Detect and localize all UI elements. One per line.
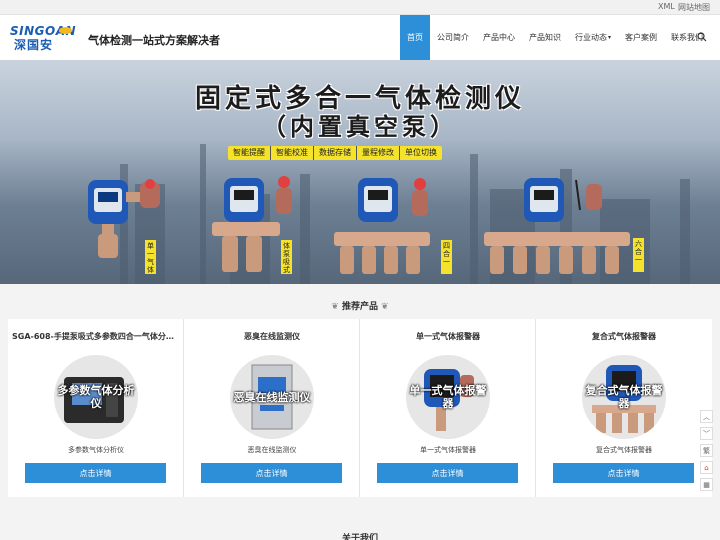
details-button[interactable]: 点击详情 <box>25 463 166 483</box>
product-card[interactable]: 单一式气体报警器 单一式气体报警器 单一式气体报警器 点击详情 <box>360 319 536 497</box>
banner-label-six: 六合一 <box>633 238 644 272</box>
recommend-section-title: ❦ 推荐产品 ❦ <box>331 302 389 312</box>
details-button[interactable]: 点击详情 <box>553 463 694 483</box>
product-caption: 恶臭在线监测仪 <box>247 446 297 454</box>
logo-swoosh-icon <box>59 27 72 34</box>
product-card[interactable]: SGA-608-手提泵吸式多参数四合一气体分析仪 多参数气体分析仪 多参数气体分… <box>8 319 184 497</box>
four-in-one-detector-image <box>334 178 430 274</box>
site-header: SINGOAN 深国安 气体检测一站式方案解决者 首页 公司简介 产品中心 产品… <box>0 15 720 60</box>
nav-item-home[interactable]: 首页 <box>400 15 430 60</box>
scroll-up-icon[interactable]: ︿ <box>700 410 713 423</box>
feature-item: 量程修改 <box>357 146 400 160</box>
product-cards: SGA-608-手提泵吸式多参数四合一气体分析仪 多参数气体分析仪 多参数气体分… <box>8 319 712 497</box>
top-utility-bar: XML 网站地图 <box>0 0 720 15</box>
site-slogan: 气体检测一站式方案解决者 <box>88 34 220 47</box>
main-nav: 首页 公司简介 产品中心 产品知识 行业动态 ▾ 客户案例 联系我们 <box>400 15 710 60</box>
nav-item-cases[interactable]: 客户案例 <box>618 15 664 60</box>
site-logo[interactable]: SINGOAN 深国安 <box>10 24 86 54</box>
product-caption: 单一式气体报警器 <box>420 446 476 454</box>
feature-item: 智能校准 <box>271 146 314 160</box>
logo-chinese: 深国安 <box>14 38 54 52</box>
banner-label-pump: 体泵吸式 <box>281 240 292 274</box>
product-image-caption-overlay: 单一式气体报警器 <box>409 384 487 410</box>
product-title[interactable]: SGA-608-手提泵吸式多参数四合一气体分析仪 <box>12 331 180 342</box>
chevron-down-icon: ▾ <box>608 34 612 41</box>
product-title[interactable]: 复合式气体报警器 <box>540 331 708 342</box>
product-caption: 复合式气体报警器 <box>596 446 652 454</box>
product-card[interactable]: 复合式气体报警器 复合式气体报警器 复合式气体报警器 点击详情 <box>536 319 712 497</box>
leaf-icon: ❦ <box>381 302 389 312</box>
banner-title-line2: （内置真空泵） <box>262 113 458 141</box>
xml-link[interactable]: XML <box>658 2 675 11</box>
nav-item-news[interactable]: 行业动态 ▾ <box>568 15 618 60</box>
product-title[interactable]: 单一式气体报警器 <box>364 331 532 342</box>
nav-item-company[interactable]: 公司简介 <box>430 15 476 60</box>
scroll-down-icon[interactable]: ﹀ <box>700 427 713 440</box>
about-section-title: 关于我们 <box>341 534 378 540</box>
product-image-caption-overlay: 恶臭在线监测仪 <box>233 390 311 404</box>
product-caption: 多参数气体分析仪 <box>68 446 124 454</box>
nav-item-products[interactable]: 产品中心 <box>476 15 522 60</box>
floating-side-tools: ︿ ﹀ 繁 ⌂ ▦ <box>700 410 713 495</box>
product-card[interactable]: 恶臭在线监测仪 恶臭在线监测仪 恶臭在线监测仪 点击详情 <box>184 319 360 497</box>
product-title[interactable]: 恶臭在线监测仪 <box>188 331 356 342</box>
feature-item: 智能提醒 <box>228 146 271 160</box>
home-icon[interactable]: ⌂ <box>700 461 713 474</box>
nav-item-knowledge[interactable]: 产品知识 <box>522 15 568 60</box>
banner-label-single: 单一气体 <box>145 240 156 274</box>
feature-strip: 智能提醒 智能校准 数据存储 量程修改 单位切换 <box>228 146 442 160</box>
leaf-icon: ❦ <box>331 302 339 312</box>
search-icon[interactable] <box>696 31 708 43</box>
banner-label-four: 四合一 <box>441 240 452 274</box>
qr-code-icon[interactable]: ▦ <box>700 478 713 491</box>
hero-banner[interactable]: 固定式多合一气体检测仪 （内置真空泵） 智能提醒 智能校准 数据存储 量程修改 … <box>0 60 720 284</box>
product-image-caption-overlay: 多参数气体分析仪 <box>57 384 135 410</box>
six-in-one-detector-image <box>484 178 630 274</box>
feature-item: 数据存储 <box>314 146 357 160</box>
feature-item: 单位切换 <box>405 148 437 157</box>
details-button[interactable]: 点击详情 <box>201 463 342 483</box>
traditional-chinese-toggle[interactable]: 繁 <box>700 444 713 457</box>
details-button[interactable]: 点击详情 <box>377 463 518 483</box>
sitemap-link[interactable]: 网站地图 <box>678 2 710 13</box>
product-image-caption-overlay: 复合式气体报警器 <box>585 384 663 410</box>
